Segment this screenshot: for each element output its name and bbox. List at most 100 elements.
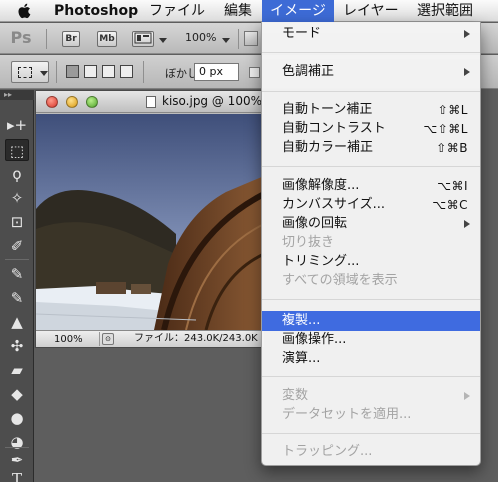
lasso-tool-icon[interactable]: ϙ [5,163,29,185]
hand-tool-button[interactable] [244,31,258,46]
zoom-icon[interactable] [86,96,98,108]
menu-item-label: データセットを適用... [282,407,412,422]
menu-shortcut: ⌥⇧⌘L [423,122,468,136]
menu-item-adjustments[interactable]: 色調補正 [262,62,480,82]
subtract-from-selection-icon[interactable] [102,65,115,78]
minimize-icon[interactable] [66,96,78,108]
zoom-level[interactable]: 100% [185,31,216,44]
close-icon[interactable] [46,96,58,108]
menu-shortcut: ⌥⌘C [432,198,468,212]
menu-item-image-rotation[interactable]: 画像の回転 [262,214,480,234]
submenu-arrow-icon [464,392,470,400]
app-menu-photoshop[interactable]: Photoshop [54,0,138,22]
launch-mini-bridge-button[interactable]: Mb [97,31,117,47]
anti-alias-checkbox[interactable] [249,67,260,78]
photoshop-logo: Ps [10,28,32,47]
menu-separator [262,91,480,92]
menu-select[interactable]: 選択範囲 [417,0,473,22]
menu-item-image-size[interactable]: 画像解像度... ⌥⌘I [262,176,480,196]
menu-item-trim[interactable]: トリミング... [262,252,480,272]
menu-item-label: トリミング... [282,254,360,269]
menubar: Photoshop ファイル 編集 イメージ レイヤー 選択範囲 [0,0,498,22]
tool-preset-picker[interactable] [11,61,49,83]
menu-separator [262,299,480,300]
launch-bridge-button[interactable]: Br [62,31,80,47]
marquee-tool-icon[interactable]: ⬚ [5,139,29,161]
menu-item-mode[interactable]: モード [262,24,480,44]
menu-item-auto-color[interactable]: 自動カラー補正 ⇧⌘B [262,138,480,158]
menu-shortcut: ⌥⌘I [437,179,468,193]
menu-item-auto-contrast[interactable]: 自動コントラスト ⌥⇧⌘L [262,119,480,139]
quick-selection-tool-icon[interactable]: ✧ [5,187,29,209]
brush-tool-icon[interactable]: ✎ [5,287,29,309]
tools-panel: ▸▸ ▸+ ⬚ ϙ ✧ ⊡ ✐ ✎ ✎ ▲ ✣ ▰ ◆ ● ◕ ✒ T [0,90,34,482]
menu-item-calculations[interactable]: 演算... [262,349,480,369]
menu-item-crop: 切り抜き [262,233,480,253]
menu-item-trap: トラッピング... [262,442,480,462]
menu-item-canvas-size[interactable]: カンバスサイズ... ⌥⌘C [262,195,480,215]
menu-shortcut: ⇧⌘B [436,141,468,155]
add-to-selection-icon[interactable] [84,65,97,78]
menu-item-duplicate[interactable]: 複製... [262,311,480,331]
divider [5,447,29,448]
feather-input[interactable]: 0 px [194,63,239,81]
menu-separator [262,166,480,167]
menu-shortcut: ⇧⌘L [437,103,468,117]
eyedropper-tool-icon[interactable]: ✐ [5,235,29,257]
crop-tool-icon[interactable]: ⊡ [5,211,29,233]
menu-item-label: 画像操作... [282,332,347,347]
tools-panel-header[interactable]: ▸▸ [0,90,34,100]
bridge-photo [36,114,264,330]
file-size-info[interactable]: ファイル：243.0K/243.0K [134,331,258,347]
spot-healing-tool-icon[interactable]: ✎ [5,263,29,285]
move-tool-icon[interactable]: ▸+ [5,114,29,136]
menu-file[interactable]: ファイル [149,0,205,22]
submenu-arrow-icon [464,220,470,228]
submenu-arrow-icon [464,68,470,76]
menu-item-auto-tone[interactable]: 自動トーン補正 ⇧⌘L [262,100,480,120]
divider [238,29,239,49]
zoom-dropdown-icon[interactable] [222,38,230,43]
image-menu-dropdown: モード 色調補正 自動トーン補正 ⇧⌘L 自動コントラスト ⌥⇧⌘L 自動カラー補正… [261,22,481,466]
apple-icon[interactable] [14,0,34,22]
menu-item-label: すべての領域を表示 [282,273,398,288]
menu-item-label: トラッピング... [282,444,373,459]
divider [143,61,144,83]
image-canvas[interactable] [36,114,264,330]
clone-stamp-tool-icon[interactable]: ▲ [5,311,29,333]
document-zoom-field[interactable]: 100% [38,332,100,346]
intersect-selection-icon[interactable] [120,65,133,78]
menu-item-label: カンバスサイズ... [282,197,386,212]
blur-tool-icon[interactable]: ● [5,407,29,429]
divider [5,259,29,260]
divider [56,61,57,83]
view-extras-dropdown-icon[interactable] [159,38,167,43]
status-info-icon[interactable]: ⊙ [102,333,114,345]
type-tool-icon[interactable]: T [5,468,29,482]
document-window: kiso.jpg @ 100% 100% ⊙ ファイル：243.0K/243.0… [35,90,265,348]
menu-item-reveal-all: すべての領域を表示 [262,271,480,291]
document-title: kiso.jpg @ 100% [162,94,262,108]
view-extras-icon[interactable] [132,31,154,47]
menu-item-apply-image[interactable]: 画像操作... [262,330,480,350]
new-selection-icon[interactable] [66,65,79,78]
menu-item-label: モード [282,26,322,41]
menu-image[interactable]: イメージ [262,0,334,22]
menu-item-label: 自動トーン補正 [282,102,373,117]
menu-separator [262,376,480,377]
paint-bucket-tool-icon[interactable]: ◆ [5,383,29,405]
eraser-tool-icon[interactable]: ▰ [5,359,29,381]
menu-edit[interactable]: 編集 [224,0,252,22]
menu-item-label: 複製... [282,313,321,328]
menu-item-label: 画像解像度... [282,178,360,193]
menu-item-label: 色調補正 [282,64,335,79]
menu-layer[interactable]: レイヤー [343,0,399,22]
document-titlebar[interactable]: kiso.jpg @ 100% [36,91,264,113]
chevron-down-icon [40,71,48,76]
document-status-bar: 100% ⊙ ファイル：243.0K/243.0K [36,330,264,347]
menu-item-label: 切り抜き [282,235,335,250]
history-brush-tool-icon[interactable]: ✣ [5,335,29,357]
menu-item-label: 自動カラー補正 [282,140,374,155]
menu-item-apply-data-set: データセットを適用... [262,405,480,425]
submenu-arrow-icon [464,30,470,38]
